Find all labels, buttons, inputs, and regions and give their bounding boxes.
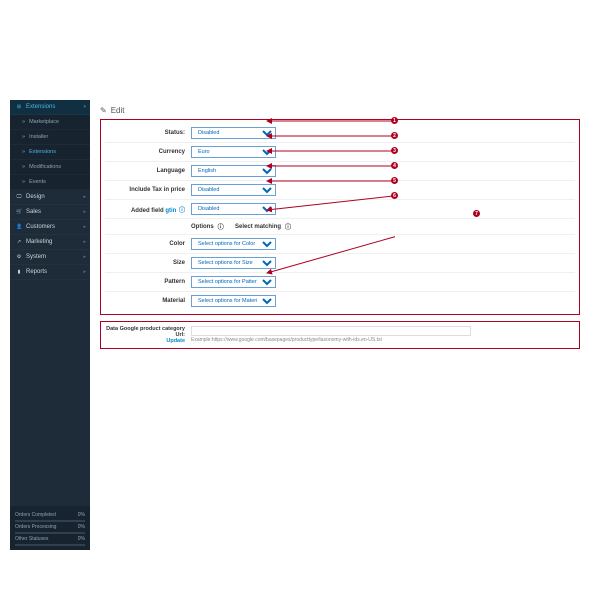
callout-6: 6	[391, 192, 398, 199]
callout-1: 1	[391, 117, 398, 124]
main-content: ✎Edit Status: Disabled Currency Euro Langu…	[90, 100, 590, 550]
callout-3: 3	[391, 147, 398, 154]
label-status: Status:	[105, 130, 185, 136]
nav-events[interactable]: »Events	[10, 175, 90, 190]
color-select[interactable]: Select options for Color	[191, 238, 276, 250]
pencil-icon: ✎	[100, 106, 107, 115]
nav-extensions-sub: »Marketplace »Installer »Extensions »Mod…	[10, 115, 90, 190]
nav-customers[interactable]: 👤Customers▸	[10, 220, 90, 235]
puzzle-icon: ⊞	[16, 104, 22, 110]
callout-7: 7	[473, 210, 480, 217]
cart-icon: 🛒	[16, 209, 22, 215]
page-header: ✎Edit	[100, 106, 580, 115]
options-row: Options ⓘ Select matching ⓘ	[105, 219, 575, 235]
nav-ext2[interactable]: »Extensions	[10, 145, 90, 160]
label-size: Size	[105, 260, 185, 266]
nav-installer[interactable]: »Installer	[10, 130, 90, 145]
label-material: Material	[105, 298, 185, 304]
help-icon[interactable]: ⓘ	[218, 222, 224, 231]
label-language: Language	[105, 168, 185, 174]
label-url: Data Google product category Url:Update	[105, 326, 185, 344]
label-color: Color	[105, 241, 185, 247]
update-link[interactable]: Update	[105, 338, 185, 344]
currency-select[interactable]: Euro	[191, 146, 276, 158]
chart-icon: ▮	[16, 269, 22, 275]
label-tax: Include Tax in price	[105, 187, 185, 193]
addedfield-select[interactable]: Disabled	[191, 203, 276, 215]
nav-marketplace[interactable]: »Marketplace	[10, 115, 90, 130]
nav-reports[interactable]: ▮Reports▸	[10, 265, 90, 280]
url-input[interactable]	[191, 326, 471, 336]
url-section: Data Google product category Url:Update …	[100, 321, 580, 349]
nav-marketing[interactable]: ↗Marketing▸	[10, 235, 90, 250]
label-pattern: Pattern	[105, 279, 185, 285]
help-icon[interactable]: ⓘ	[179, 208, 185, 214]
share-icon: ↗	[16, 239, 22, 245]
nav-system[interactable]: ⚙System▸	[10, 250, 90, 265]
label-addedfield: Added field gtin ⓘ	[105, 205, 185, 214]
gear-icon: ⚙	[16, 254, 22, 260]
user-icon: 👤	[16, 224, 22, 230]
size-select[interactable]: Select options for Size	[191, 257, 276, 269]
callout-2: 2	[391, 132, 398, 139]
chevron-right-icon: ▸	[83, 194, 86, 200]
nav-sales[interactable]: 🛒Sales▸	[10, 205, 90, 220]
pattern-select[interactable]: Select options for Pattern	[191, 276, 276, 288]
material-select[interactable]: Select options for Materi	[191, 295, 276, 307]
sidebar-stats: Orders Completed0% Orders Processing0% O…	[10, 506, 90, 550]
url-example: Example:https://www.google.com/basepages…	[191, 337, 575, 343]
nav-extensions[interactable]: ⊞Extensions▾	[10, 100, 90, 115]
chevron-down-icon: ▾	[83, 104, 86, 110]
desktop-icon: 🖵	[16, 194, 22, 200]
tax-select[interactable]: Disabled	[191, 184, 276, 196]
nav-design[interactable]: 🖵Design▸	[10, 190, 90, 205]
nav-modifications[interactable]: »Modifications	[10, 160, 90, 175]
help-icon[interactable]: ⓘ	[285, 222, 291, 231]
settings-form: Status: Disabled Currency Euro Language Eng…	[100, 119, 580, 315]
sidebar: ⊞Extensions▾ »Marketplace »Installer »Ex…	[10, 100, 90, 550]
language-select[interactable]: English	[191, 165, 276, 177]
callout-5: 5	[391, 177, 398, 184]
label-currency: Currency	[105, 149, 185, 155]
status-select[interactable]: Disabled	[191, 127, 276, 139]
callout-4: 4	[391, 162, 398, 169]
